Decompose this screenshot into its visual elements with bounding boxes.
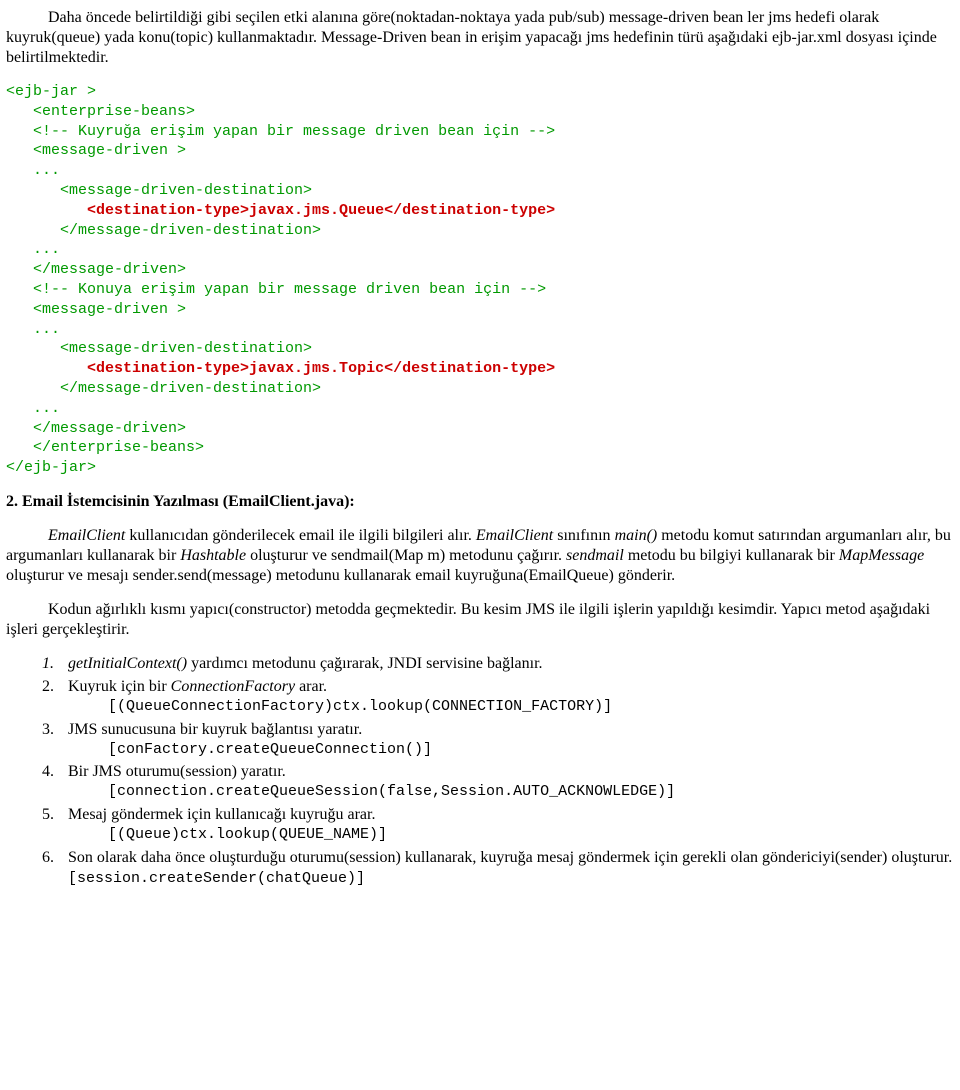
text-getinitialcontext: getInitialContext() bbox=[68, 655, 187, 672]
text-emailclient: EmailClient bbox=[48, 527, 125, 544]
text: arar. bbox=[299, 678, 327, 695]
code-line-queue-close: </destination-type> bbox=[384, 202, 555, 219]
code-line: </ejb-jar> bbox=[6, 459, 96, 476]
code-line: <ejb-jar > bbox=[6, 83, 96, 100]
paragraph-emailclient: EmailClient kullanıcıdan gönderilecek em… bbox=[6, 526, 954, 586]
text-connectionfactory: ConnectionFactory bbox=[171, 678, 299, 695]
code-snippet-create-sender: [session.createSender(chatQueue)] bbox=[68, 870, 365, 887]
code-line-topic-type: javax.jms.Topic bbox=[249, 360, 384, 377]
ejb-jar-xml-code: <ejb-jar > <enterprise-beans> <!-- Kuyru… bbox=[6, 82, 954, 478]
code-line: </message-driven> bbox=[6, 420, 186, 437]
code-line: <!-- Kuyruğa erişim yapan bir message dr… bbox=[6, 123, 555, 140]
code-line-topic-close: </destination-type> bbox=[384, 360, 555, 377]
text: Bir JMS oturumu(session) yaratır. bbox=[68, 763, 286, 780]
text-mapmessage: MapMessage bbox=[839, 547, 924, 564]
list-item-5: Mesaj göndermek için kullanıcağı kuyruğu… bbox=[62, 805, 954, 845]
code-line: </message-driven-destination> bbox=[6, 380, 321, 397]
text: oluşturur ve sendmail(Map m) metodunu ça… bbox=[246, 547, 566, 564]
text: metodu bu bilgiyi kullanarak bir bbox=[624, 547, 839, 564]
code-snippet-create-session: [connection.createQueueSession(false,Ses… bbox=[108, 783, 954, 802]
section-heading-2: 2. Email İstemcisinin Yazılması (EmailCl… bbox=[6, 492, 954, 512]
code-snippet-lookup-factory: [(QueueConnectionFactory)ctx.lookup(CONN… bbox=[108, 698, 954, 717]
list-item-1: getInitialContext() yardımcı metodunu ça… bbox=[62, 654, 954, 674]
code-line-queue-open: <destination-type> bbox=[6, 202, 249, 219]
code-line: </message-driven-destination> bbox=[6, 222, 321, 239]
code-line: </enterprise-beans> bbox=[6, 439, 204, 456]
code-snippet-create-connection: [conFactory.createQueueConnection()] bbox=[108, 741, 954, 760]
text: Mesaj göndermek için kullanıcağı kuyruğu… bbox=[68, 806, 375, 823]
text-main: main() bbox=[615, 527, 658, 544]
code-line: <message-driven-destination> bbox=[6, 340, 312, 357]
text: sınıfının bbox=[553, 527, 614, 544]
code-line: ... bbox=[6, 162, 60, 179]
text-emailclient-2: EmailClient bbox=[476, 527, 553, 544]
paragraph-intro: Daha öncede belirtildiği gibi seçilen et… bbox=[6, 8, 954, 68]
text: yardımcı metodunu çağırarak, JNDI servis… bbox=[187, 655, 542, 672]
code-line-topic-open: <destination-type> bbox=[6, 360, 249, 377]
code-line: <message-driven-destination> bbox=[6, 182, 312, 199]
text-sendmail: sendmail bbox=[566, 547, 624, 564]
text-hashtable: Hashtable bbox=[180, 547, 246, 564]
code-line: </message-driven> bbox=[6, 261, 186, 278]
paragraph-constructor: Kodun ağırlıklı kısmı yapıcı(constructor… bbox=[6, 600, 954, 640]
text: kullanıcıdan gönderilecek email ile ilgi… bbox=[125, 527, 476, 544]
code-line: ... bbox=[6, 321, 60, 338]
text: Son olarak daha önce oluşturduğu oturumu… bbox=[68, 849, 952, 866]
code-line: <enterprise-beans> bbox=[6, 103, 195, 120]
list-item-3: JMS sunucusuna bir kuyruk bağlantısı yar… bbox=[62, 720, 954, 760]
code-line-queue-type: javax.jms.Queue bbox=[249, 202, 384, 219]
text: oluşturur ve mesajı sender.send(message)… bbox=[6, 567, 675, 584]
list-item-6: Son olarak daha önce oluşturduğu oturumu… bbox=[62, 848, 954, 889]
code-line: <!-- Konuya erişim yapan bir message dri… bbox=[6, 281, 546, 298]
text: JMS sunucusuna bir kuyruk bağlantısı yar… bbox=[68, 721, 362, 738]
code-snippet-lookup-queue: [(Queue)ctx.lookup(QUEUE_NAME)] bbox=[108, 826, 954, 845]
code-line: <message-driven > bbox=[6, 301, 186, 318]
code-line: ... bbox=[6, 241, 60, 258]
text: Kuyruk için bir bbox=[68, 678, 171, 695]
list-item-2: Kuyruk için bir ConnectionFactory arar. … bbox=[62, 677, 954, 717]
list-item-4: Bir JMS oturumu(session) yaratır. [conne… bbox=[62, 762, 954, 802]
constructor-steps-list: getInitialContext() yardımcı metodunu ça… bbox=[62, 654, 954, 889]
code-line: ... bbox=[6, 400, 60, 417]
code-line: <message-driven > bbox=[6, 142, 186, 159]
